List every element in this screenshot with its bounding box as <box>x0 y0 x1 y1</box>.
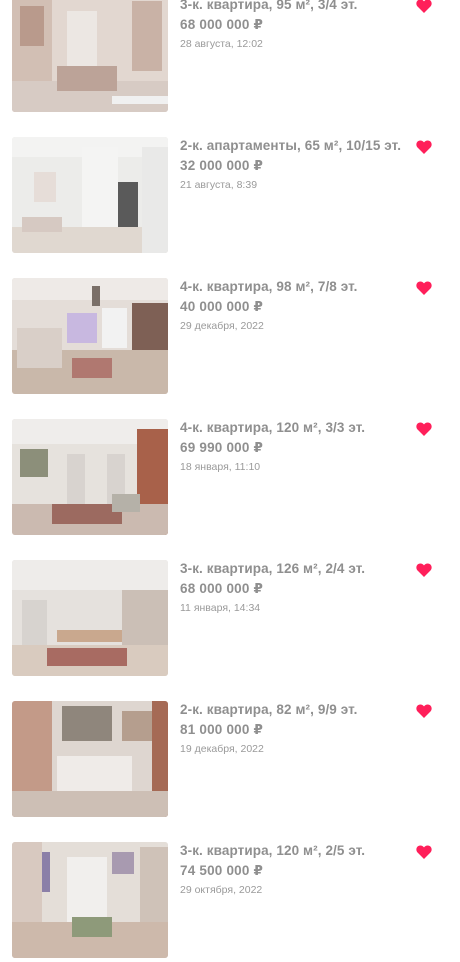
heart-icon[interactable] <box>416 281 432 295</box>
listing-price: 69 990 000 ₽ <box>180 440 264 455</box>
heart-icon[interactable] <box>416 704 432 718</box>
listing-photo[interactable] <box>12 137 168 253</box>
listing-date: 28 августа, 12:02 <box>180 38 263 50</box>
listing-date: 11 января, 14:34 <box>180 602 261 614</box>
room-photo-image <box>12 560 168 676</box>
room-photo-image <box>12 842 168 958</box>
listing-title[interactable]: 4-к. квартира, 98 м², 7/8 эт. <box>180 279 358 294</box>
listing-photo[interactable] <box>12 842 168 958</box>
listing-title[interactable]: 2-к. апартаменты, 65 м², 10/15 эт. <box>180 138 401 153</box>
listing-item[interactable]: 3-к. квартира, 126 м², 2/4 эт. 68 000 00… <box>0 560 460 680</box>
listing-title[interactable]: 3-к. квартира, 95 м², 3/4 эт. <box>180 0 358 12</box>
room-photo-image <box>12 278 168 394</box>
listing-date: 18 января, 11:10 <box>180 461 261 473</box>
heart-icon[interactable] <box>416 422 432 436</box>
listing-photo[interactable] <box>12 278 168 394</box>
listing-price: 32 000 000 ₽ <box>180 158 264 173</box>
listing-title[interactable]: 3-к. квартира, 126 м², 2/4 эт. <box>180 561 365 576</box>
listing-date: 29 октября, 2022 <box>180 884 263 896</box>
listing-price: 40 000 000 ₽ <box>180 299 264 314</box>
listing-date: 21 августа, 8:39 <box>180 179 258 191</box>
room-photo-image <box>12 137 168 253</box>
listing-date: 29 декабря, 2022 <box>180 320 264 332</box>
heart-icon[interactable] <box>416 0 432 13</box>
listing-item[interactable]: 4-к. квартира, 98 м², 7/8 эт. 40 000 000… <box>0 278 460 398</box>
listing-price: 68 000 000 ₽ <box>180 581 264 596</box>
heart-icon[interactable] <box>416 140 432 154</box>
listing-photo[interactable] <box>12 0 168 112</box>
listing-item[interactable]: 2-к. квартира, 82 м², 9/9 эт. 81 000 000… <box>0 701 460 821</box>
listing-photo[interactable] <box>12 419 168 535</box>
listing-item[interactable]: 2-к. апартаменты, 65 м², 10/15 эт. 32 00… <box>0 137 460 257</box>
heart-icon[interactable] <box>416 845 432 859</box>
listing-photo[interactable] <box>12 560 168 676</box>
listing-item[interactable]: 3-к. квартира, 120 м², 2/5 эт. 74 500 00… <box>0 842 460 962</box>
room-photo-image <box>12 419 168 535</box>
listing-title[interactable]: 3-к. квартира, 120 м², 2/5 эт. <box>180 843 365 858</box>
room-photo-image <box>12 0 168 112</box>
listing-title[interactable]: 4-к. квартира, 120 м², 3/3 эт. <box>180 420 365 435</box>
listing-date: 19 декабря, 2022 <box>180 743 264 755</box>
listing-title[interactable]: 2-к. квартира, 82 м², 9/9 эт. <box>180 702 358 717</box>
heart-icon[interactable] <box>416 563 432 577</box>
listing-photo[interactable] <box>12 701 168 817</box>
listing-price: 74 500 000 ₽ <box>180 863 264 878</box>
listing-item[interactable]: 4-к. квартира, 120 м², 3/3 эт. 69 990 00… <box>0 419 460 539</box>
listing-price: 81 000 000 ₽ <box>180 722 264 737</box>
room-photo-image <box>12 701 168 817</box>
listing-price: 68 000 000 ₽ <box>180 17 264 32</box>
listing-item[interactable]: 3-к. квартира, 95 м², 3/4 эт. 68 000 000… <box>0 0 460 116</box>
